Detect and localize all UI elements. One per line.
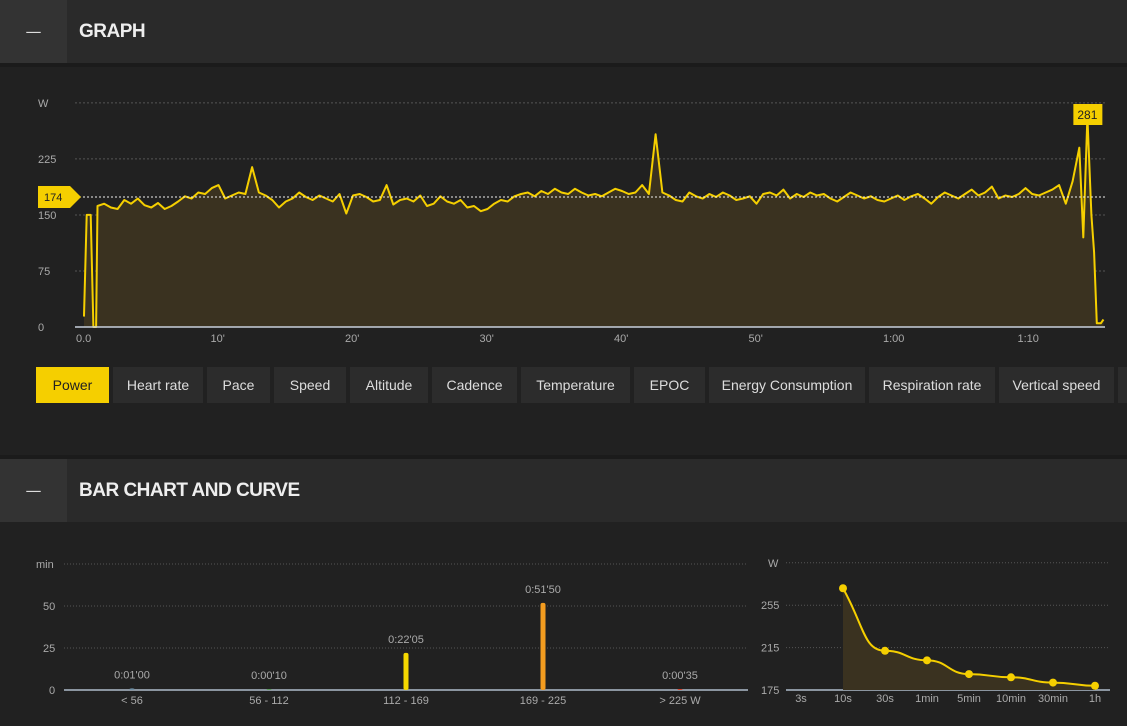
x-tick-label: 30min [1038,693,1068,705]
y-tick-label: 0 [38,322,44,334]
x-tick-label: 169 - 225 [520,695,566,707]
tab-speed[interactable]: Speed [274,367,346,403]
x-tick-label: 5min [957,693,981,705]
y-tick-label: W [768,558,779,570]
x-tick-label: < 56 [121,695,143,707]
x-tick-label: 30s [876,693,894,705]
x-tick-label: 1h [1089,693,1101,705]
bars-section-header: — BAR CHART AND CURVE [0,459,1127,522]
bar-value-label: 0:00'10 [251,670,287,682]
y-tick-label: 0 [49,685,55,697]
bar-value-label: 0:51'50 [525,584,561,596]
tab-cadence[interactable]: Cadence [432,367,517,403]
bar [266,689,272,690]
y-tick-label: 255 [761,600,779,612]
tab-respiration-rate[interactable]: Respiration rate [869,367,995,403]
bar-value-label: 0:01'00 [114,669,150,681]
power-area [84,117,1104,327]
tab-temperature[interactable]: Temperature [521,367,630,403]
y-tick-label: 215 [761,643,779,655]
section-title: BAR CHART AND CURVE [79,480,300,501]
tab-pace[interactable]: Pace [207,367,270,403]
y-tick-label: 75 [38,266,50,278]
x-tick-label: 1min [915,693,939,705]
x-tick-label: 56 - 112 [249,695,289,707]
metric-tabs: Power Heart rate Pace Speed Altitude Cad… [36,367,1127,403]
max-value: 281 [1077,108,1097,122]
bar [129,688,135,690]
x-tick-label: 3s [795,693,807,705]
x-tick-label: 20' [345,333,359,345]
bar [403,652,409,690]
average-value: 174 [44,192,62,204]
x-tick-label: 10' [211,333,225,345]
bar [677,689,683,690]
y-tick-label: 150 [38,210,56,222]
tab-heart-rate[interactable]: Heart rate [113,367,203,403]
tab-power[interactable]: Power [36,367,109,403]
curve-point [839,584,847,593]
x-tick-label: 10min [996,693,1026,705]
curve-point [923,656,931,665]
curve-line [842,587,1096,687]
curve-point [1007,673,1015,682]
x-tick-label: 1:10 [1018,333,1039,345]
y-tick-label: 225 [38,154,56,166]
curve-point [965,670,973,679]
bar-value-label: 0:00'35 [662,670,698,682]
bar-value-label: 0:22'05 [388,634,424,646]
curve-point [1049,678,1057,687]
curve-point [881,646,889,655]
tab-epoc[interactable]: EPOC [634,367,705,403]
x-tick-label: 50' [749,333,763,345]
curve-point [1091,681,1099,690]
y-tick-label: 50 [43,601,55,613]
x-tick-label: > 225 W [659,695,701,707]
power-chart: W 0 75 150 225 0.0 10' 20' 30' 40' 50' 1:00 1:10 174 2… [38,98,1105,345]
bar [540,602,546,690]
y-tick-label: 175 [761,685,779,697]
x-tick-label: 112 - 169 [383,695,429,707]
x-tick-label: 1:00 [883,333,904,345]
minus-icon: — [25,481,42,500]
tab-overflow[interactable] [1118,367,1127,403]
collapse-bars-button[interactable]: — [0,459,67,522]
tab-energy-consumption[interactable]: Energy Consumption [709,367,865,403]
x-tick-label: 0.0 [76,333,91,345]
y-tick-label: 25 [43,643,55,655]
tab-altitude[interactable]: Altitude [350,367,428,403]
x-tick-label: 30' [480,333,494,345]
curve-area [843,588,1095,690]
x-tick-label: 40' [614,333,628,345]
x-tick-label: 10s [834,693,852,705]
tab-vertical-speed[interactable]: Vertical speed [999,367,1114,403]
y-tick-label: min [36,559,54,571]
y-tick-label: W [38,98,49,110]
